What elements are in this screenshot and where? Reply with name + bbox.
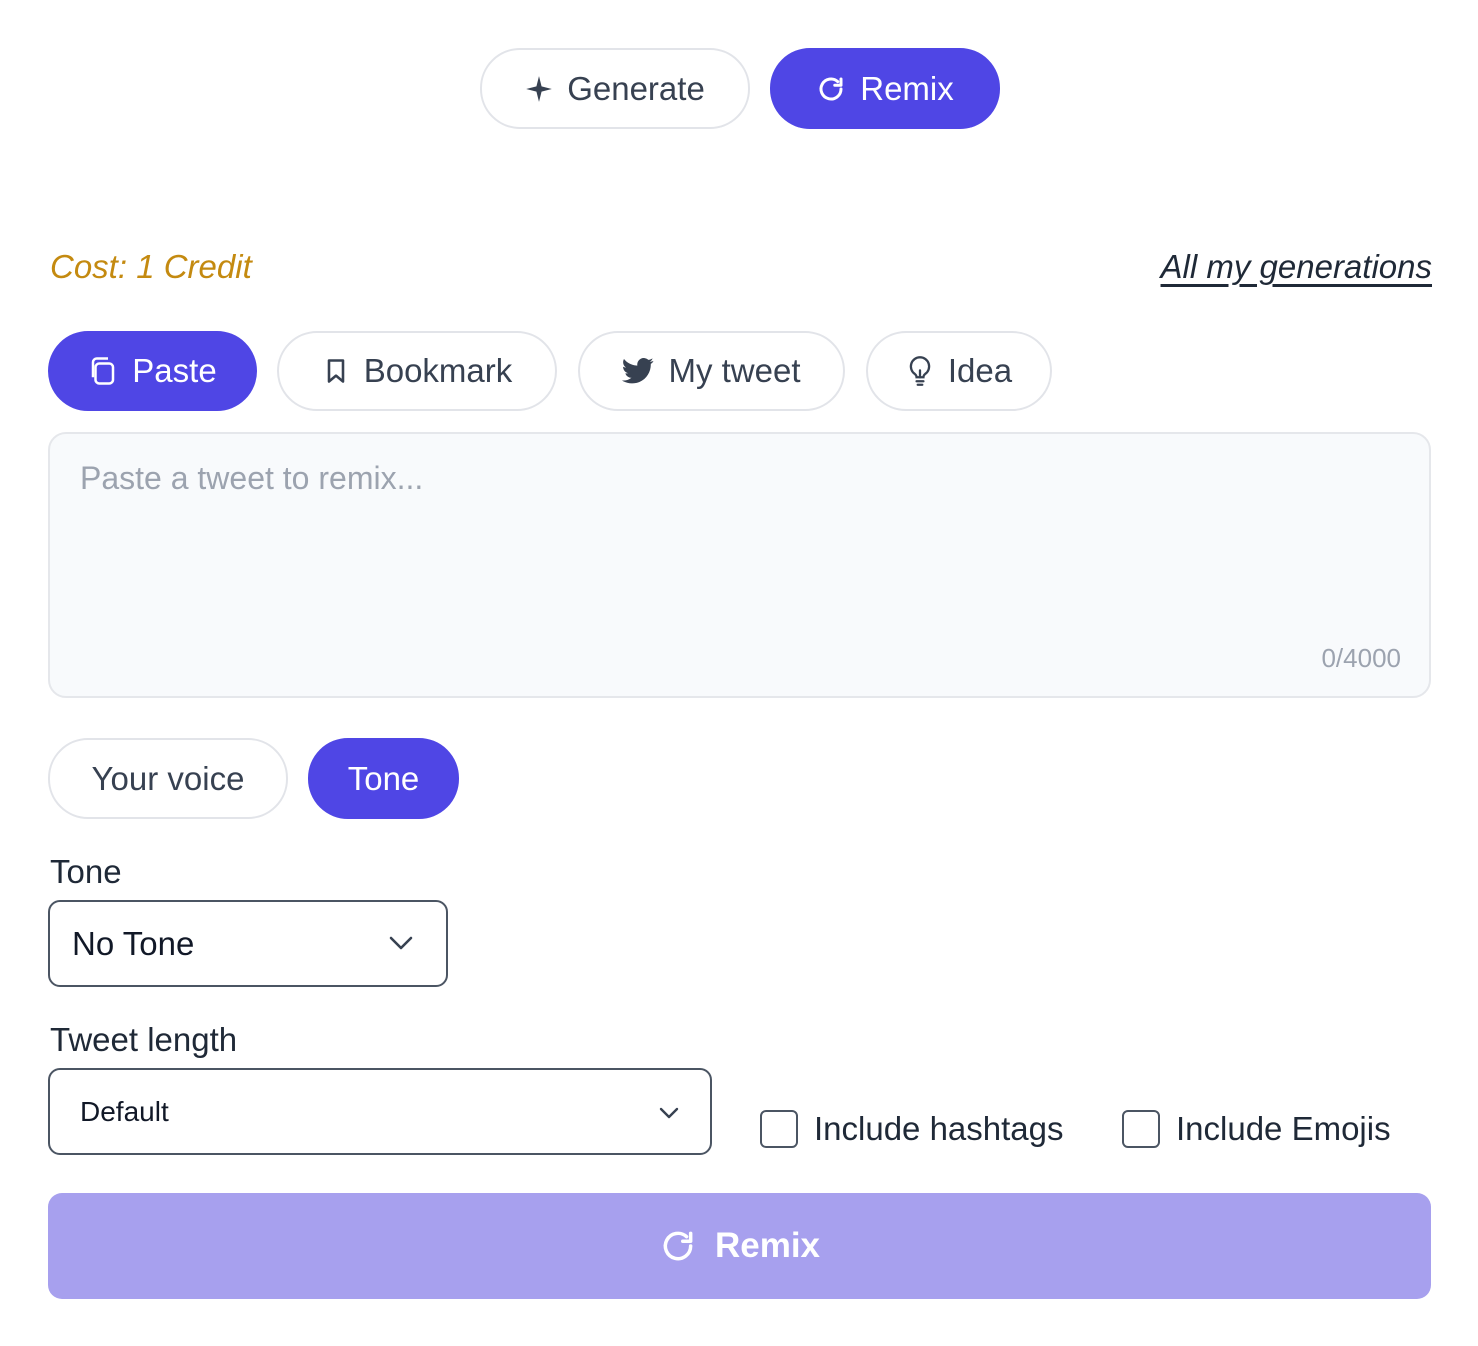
- remix-tab-label: Remix: [860, 69, 954, 107]
- tweet-input-placeholder: Paste a tweet to remix...: [80, 460, 424, 496]
- tone-select-value: No Tone: [72, 924, 195, 962]
- lightbulb-icon: [909, 356, 931, 386]
- include-hashtags-label: Include hashtags: [814, 1110, 1064, 1147]
- copy-icon: [92, 357, 115, 385]
- idea-tab-label: Idea: [947, 352, 1013, 389]
- bookmark-tab-label: Bookmark: [363, 352, 513, 389]
- my-tweet-tab[interactable]: My tweet: [578, 331, 845, 411]
- chevron-down-icon: [389, 936, 413, 950]
- hashtags-checkbox-box[interactable]: [760, 1110, 798, 1148]
- refresh-icon: [819, 77, 843, 100]
- remix-submit-button[interactable]: Remix: [48, 1193, 1431, 1299]
- chevron-down-icon: [659, 1107, 679, 1119]
- include-emojis-label: Include Emojis: [1176, 1110, 1391, 1147]
- refresh-icon: [663, 1231, 693, 1261]
- bookmark-icon: [327, 359, 345, 383]
- generate-tab-label: Generate: [567, 69, 705, 107]
- tweet-input[interactable]: Paste a tweet to remix... 0/4000: [48, 432, 1431, 698]
- include-emojis-checkbox[interactable]: Include Emojis: [1122, 1110, 1391, 1148]
- remix-tab[interactable]: Remix: [770, 48, 1000, 129]
- remix-submit-label: Remix: [714, 1226, 821, 1265]
- tone-tab-label: Tone: [347, 759, 420, 797]
- emojis-checkbox-box[interactable]: [1122, 1110, 1160, 1148]
- tone-select[interactable]: No Tone: [48, 900, 448, 987]
- twitter-bird-icon: [622, 358, 654, 384]
- my-tweet-tab-label: My tweet: [668, 352, 801, 389]
- tone-label: Tone: [50, 853, 122, 890]
- all-generations-link[interactable]: All my generations: [1161, 248, 1432, 286]
- sparkle-icon: [526, 75, 553, 102]
- bookmark-tab[interactable]: Bookmark: [277, 331, 557, 411]
- include-hashtags-checkbox[interactable]: Include hashtags: [760, 1110, 1064, 1148]
- generate-tab[interactable]: Generate: [480, 48, 750, 129]
- char-counter: 0/4000: [1321, 643, 1401, 673]
- tone-tab[interactable]: Tone: [308, 738, 459, 819]
- paste-tab-label: Paste: [132, 352, 217, 389]
- your-voice-tab[interactable]: Your voice: [48, 738, 288, 819]
- cost-label: Cost: 1 Credit: [50, 248, 252, 285]
- paste-tab[interactable]: Paste: [48, 331, 257, 411]
- tweet-length-select-value: Default: [80, 1095, 169, 1127]
- tweet-length-label: Tweet length: [50, 1021, 238, 1058]
- tweet-length-select[interactable]: Default: [48, 1068, 712, 1155]
- idea-tab[interactable]: Idea: [866, 331, 1052, 411]
- your-voice-tab-label: Your voice: [91, 759, 245, 797]
